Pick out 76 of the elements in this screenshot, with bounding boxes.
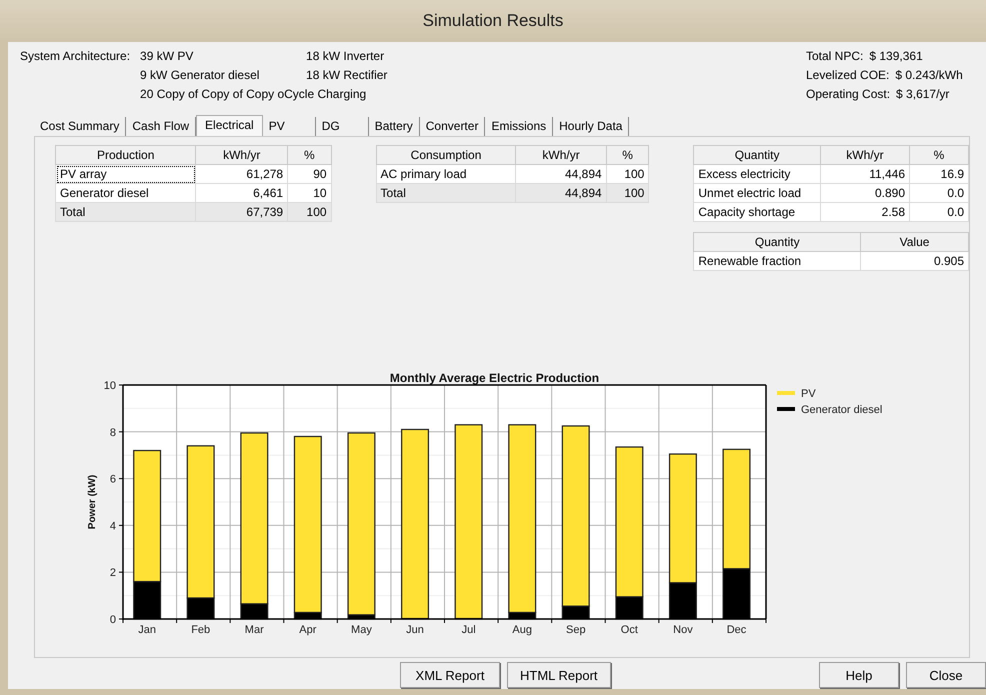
column-header: %	[910, 146, 968, 164]
axis-tick-label: Aug	[512, 624, 532, 636]
axis-tick-label: 8	[110, 426, 116, 439]
legend-swatch	[777, 407, 795, 411]
table-cell: 44,894	[516, 184, 606, 202]
table-cell: 0.890	[820, 184, 910, 202]
axis-tick-label: Jan	[138, 624, 156, 636]
column-header: kWh/yr	[196, 146, 288, 164]
column-header: Quantity	[694, 232, 861, 252]
column-header: Value	[860, 232, 968, 252]
table-cell: Capacity shortage	[694, 202, 820, 222]
table-cell: Excess electricity	[694, 164, 820, 184]
axis-tick-label: 10	[104, 380, 116, 392]
legend-swatch	[777, 391, 795, 395]
axis-tick-label: Oct	[620, 624, 638, 636]
legend-label: PV	[801, 388, 816, 400]
summary-label: Total NPC:	[806, 48, 864, 65]
table-cell: 2.58	[820, 202, 910, 222]
button[interactable]: Help	[819, 662, 899, 688]
architecture-label: System Architecture:	[20, 48, 130, 65]
table-cell: 67,739	[196, 202, 288, 222]
column-header: kWh/yr	[820, 146, 910, 164]
tab[interactable]: PV	[262, 117, 316, 136]
axis-tick-label: Dec	[726, 624, 746, 636]
axis-tick-label: Sep	[566, 624, 586, 636]
chart-title: Monthly Average Electric Production	[390, 371, 600, 385]
table-cell: 0.0	[910, 202, 968, 222]
summary-label: Levelized COE:	[806, 67, 890, 84]
architecture-item: 9 kW Generator diesel	[140, 67, 260, 84]
axis-tick-label: Feb	[191, 624, 210, 636]
architecture-item: 20 Copy of Copy of Copy oCycle Charging	[140, 86, 366, 103]
table-cell: 11,446	[820, 164, 910, 184]
axis-tick-label: Jun	[406, 624, 424, 636]
architecture-item: 18 kW Rectifier	[306, 67, 388, 84]
tab[interactable]: Battery	[368, 117, 420, 136]
axis-tick-label: 4	[110, 520, 116, 532]
table-cell: Total	[376, 184, 516, 202]
summary-label: Operating Cost:	[806, 86, 890, 103]
summary-value: $ 3,617/yr	[896, 86, 950, 103]
column-header: %	[606, 146, 649, 164]
button[interactable]: XML Report	[400, 662, 500, 688]
axis-tick-label: 2	[110, 567, 116, 580]
window-title: Simulation Results	[422, 11, 564, 31]
axis-label: Power (kW)	[87, 474, 98, 530]
column-header: %	[288, 146, 332, 164]
table-cell: 100	[288, 202, 332, 222]
table-cell: PV array	[56, 164, 196, 184]
table-cell: 90	[288, 164, 332, 184]
column-header: Consumption	[376, 146, 516, 164]
column-header: Production	[56, 146, 196, 164]
axis-tick-label: May	[351, 624, 372, 636]
table-cell: 100	[606, 184, 649, 202]
table-cell: 61,278	[196, 164, 288, 184]
architecture-item: 18 kW Inverter	[306, 48, 384, 65]
table-cell: Unmet electric load	[694, 184, 820, 202]
architecture-item: 39 kW PV	[140, 48, 194, 65]
axis-tick-label: Mar	[244, 624, 264, 636]
summary-value: $ 139,361	[869, 48, 923, 65]
legend-label: Generator diesel	[801, 404, 882, 416]
summary-value: $ 0.243/kWh	[895, 67, 963, 84]
table-cell: 0.0	[910, 184, 968, 202]
table-cell: 16.9	[910, 164, 968, 184]
tab[interactable]: Electrical	[196, 115, 263, 137]
button[interactable]: HTML Report	[507, 662, 611, 688]
tab[interactable]: DG	[316, 117, 369, 136]
axis-tick-label: 0	[110, 614, 116, 626]
table-cell: 0.905	[860, 252, 968, 270]
column-header: Quantity	[694, 146, 820, 164]
axis-tick-label: Jul	[462, 624, 476, 636]
axis-tick-label: Nov	[673, 624, 693, 636]
table-cell: Renewable fraction	[694, 252, 861, 270]
button[interactable]: Close	[906, 662, 986, 688]
axis-tick-label: 6	[110, 474, 116, 486]
axis-tick-label: Apr	[299, 624, 316, 636]
table-cell: Total	[56, 202, 196, 222]
column-header: kWh/yr	[516, 146, 606, 164]
